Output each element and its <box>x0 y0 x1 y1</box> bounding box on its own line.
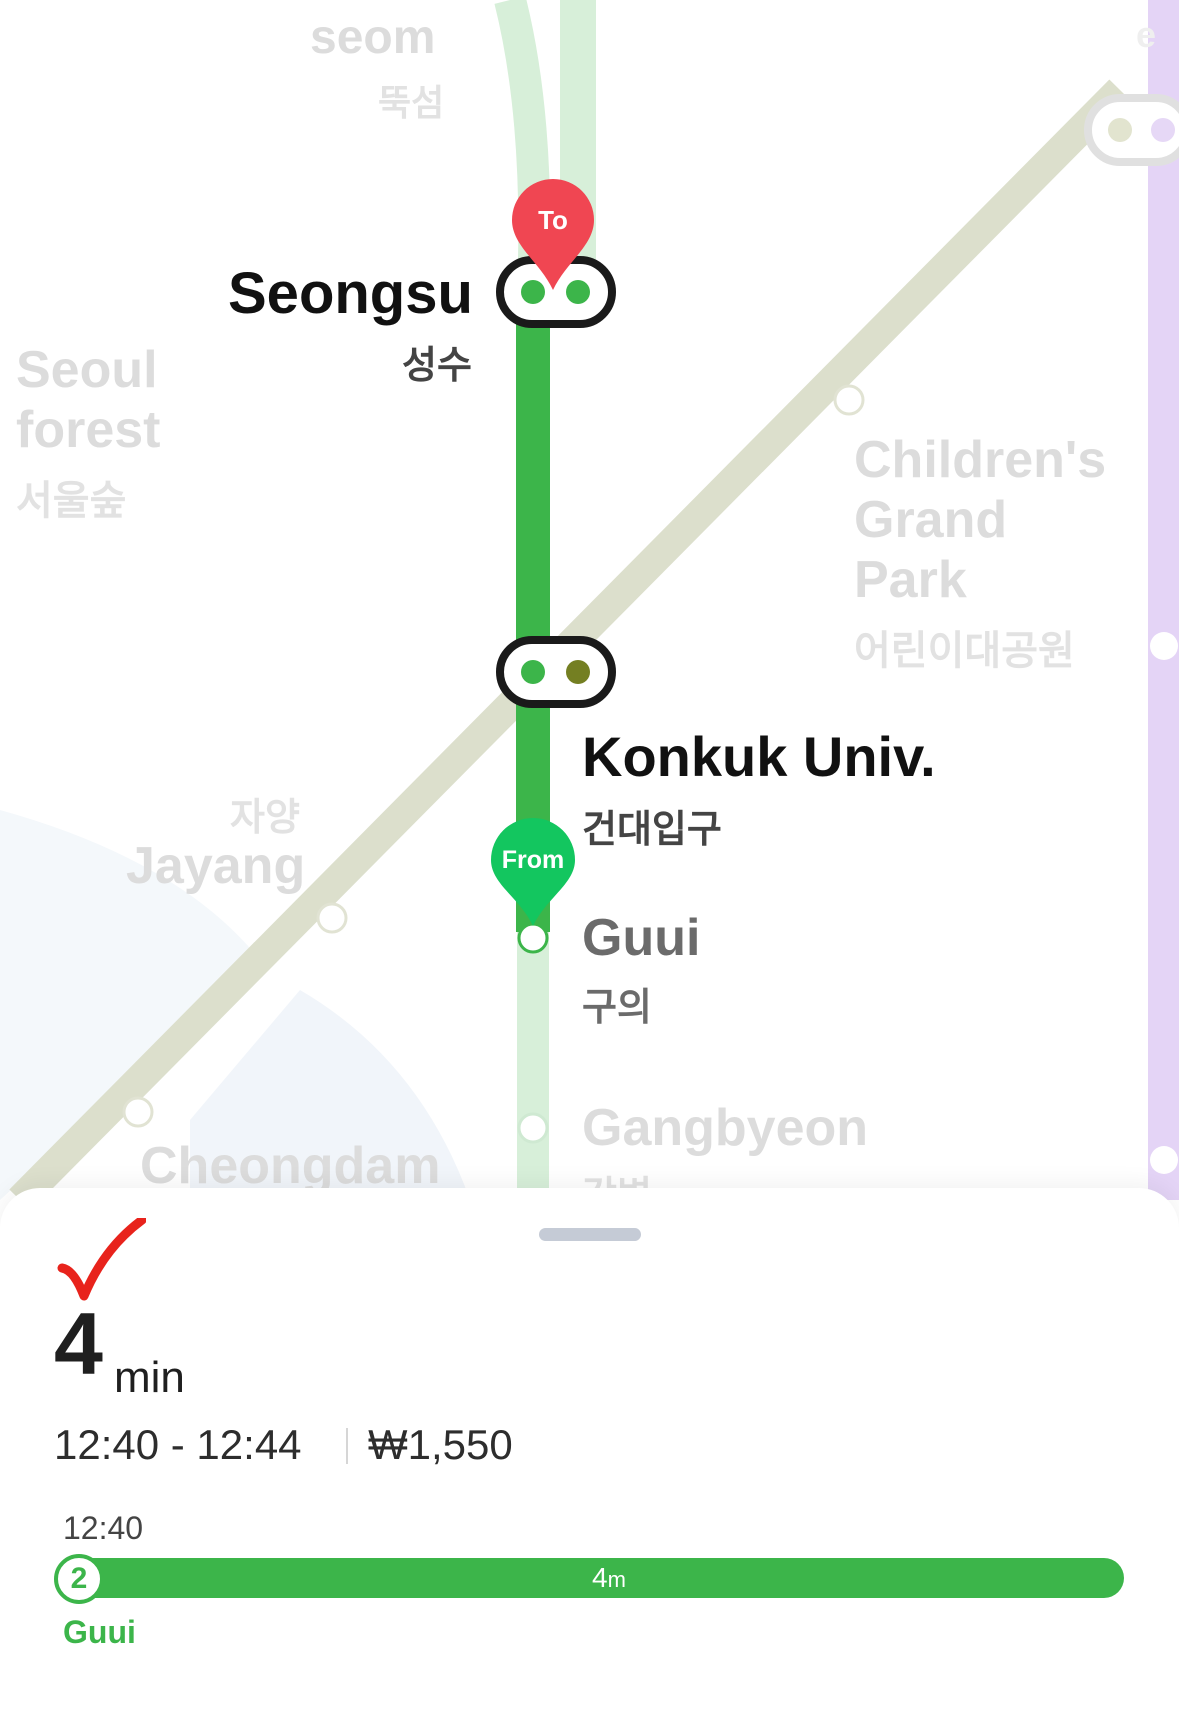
subway-map[interactable]: To From seom 뚝섬 Seoul forest 서울숲 Seongsu… <box>0 0 1179 1200</box>
station-dot[interactable] <box>517 1112 549 1144</box>
station-label-en: Park <box>854 551 967 609</box>
duration-unit: min <box>114 1353 185 1402</box>
station-label-en: Seoul <box>16 341 158 399</box>
station-label-kr: 서울숲 <box>16 479 127 523</box>
station-label-kr: 어린이대공원 <box>854 629 1075 673</box>
station-label-en: seom <box>310 11 436 64</box>
station-dot <box>521 660 545 684</box>
departure-time: 12:40 <box>63 1510 144 1546</box>
station-label-en: Cheongdam <box>140 1137 441 1195</box>
station-dot <box>566 280 590 304</box>
station-label-en: Gangbyeon <box>582 1099 869 1157</box>
konkuk-label[interactable]: Konkuk Univ. <box>582 724 936 789</box>
station-label-en: forest <box>16 401 161 459</box>
konkuk-label-kr: 건대입구 <box>582 809 722 851</box>
time-range: 12:40 - 12:44 <box>54 1421 302 1468</box>
to-pin-label: To <box>538 205 568 235</box>
route-bottom-sheet[interactable]: 4 min 12:40 - 12:44 ₩1,550 12:40 4m 2 Gu… <box>0 1188 1179 1725</box>
station-dot[interactable] <box>316 902 348 934</box>
station-dot <box>1108 118 1132 142</box>
origin-station-label: Guui <box>63 1614 136 1650</box>
station-dot <box>1151 118 1175 142</box>
station-label-kr: 뚝섬 <box>378 82 445 123</box>
duration-value: 4 <box>54 1294 103 1393</box>
station-label-en: Children's <box>854 431 1107 489</box>
fare: ₩1,550 <box>368 1421 513 1468</box>
station-dot <box>566 660 590 684</box>
segment-duration: 4m <box>592 1562 626 1593</box>
sheet-drag-handle[interactable] <box>539 1228 641 1241</box>
station-label-en: Grand <box>854 491 1008 549</box>
station-dot <box>521 280 545 304</box>
purple-line <box>1148 0 1179 1200</box>
seongsu-label-kr: 성수 <box>402 345 472 387</box>
guui-label[interactable]: Guui <box>582 908 700 968</box>
from-pin-label: From <box>501 846 565 874</box>
station-label-en: Jayang <box>126 837 306 895</box>
station-dot[interactable] <box>122 1096 154 1128</box>
seongsu-label[interactable]: Seongsu <box>228 260 473 327</box>
divider <box>346 1428 348 1464</box>
guui-station-dot[interactable] <box>517 922 549 954</box>
guui-label-kr: 구의 <box>582 987 652 1029</box>
station-dot[interactable] <box>1150 632 1178 660</box>
station-label-kr: 자양 <box>230 797 300 839</box>
route-timeline-bar[interactable] <box>58 1558 1124 1598</box>
station-dot[interactable] <box>1150 1146 1178 1174</box>
station-label-en: e <box>1136 14 1157 55</box>
station-dot[interactable] <box>833 384 865 416</box>
konkuk-station-marker[interactable] <box>496 636 616 708</box>
line-2-badge: 2 <box>54 1554 104 1604</box>
